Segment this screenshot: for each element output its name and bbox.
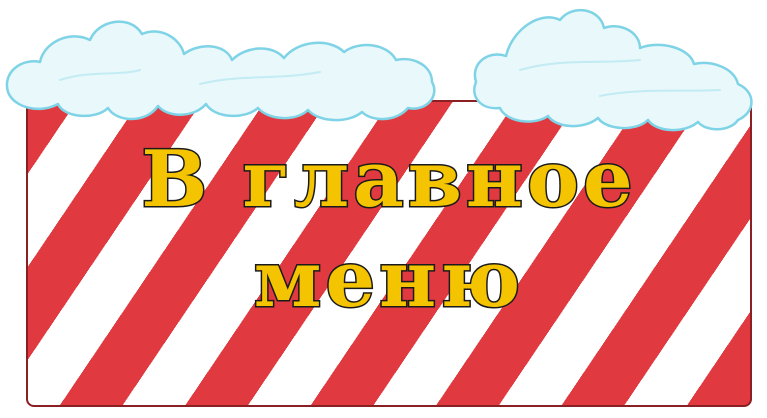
main-menu-button-stage: В главное меню <box>0 0 767 418</box>
main-menu-button[interactable] <box>26 100 752 407</box>
